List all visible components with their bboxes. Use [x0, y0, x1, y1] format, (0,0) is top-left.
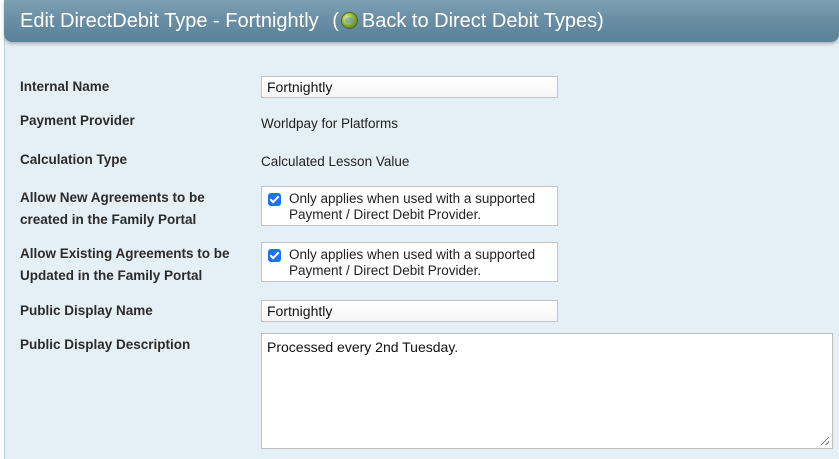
allow-existing-agreements-note-line1: Only applies when used with a supported — [289, 247, 536, 262]
allow-new-agreements-label-line1: Allow New Agreements to be — [20, 190, 205, 205]
payment-provider-label: Payment Provider — [20, 113, 135, 128]
page-title: Edit DirectDebit Type - Fortnightly — [20, 10, 319, 32]
public-display-description-textarea[interactable]: Processed every 2nd Tuesday. — [261, 333, 833, 449]
allow-existing-agreements-note-line2: Payment / Direct Debit Provider. — [289, 263, 482, 278]
allow-new-agreements-label-line2: created in the Family Portal — [20, 212, 197, 227]
allow-new-agreements-box: Only applies when used with a supported … — [261, 186, 558, 226]
allow-existing-agreements-label-line1: Allow Existing Agreements to be — [20, 246, 230, 261]
public-display-description-text: Processed every 2nd Tuesday. — [267, 339, 459, 355]
globe-icon[interactable] — [340, 12, 358, 29]
allow-existing-agreements-checkbox[interactable] — [268, 249, 281, 262]
payment-provider-value: Worldpay for Platforms — [261, 116, 399, 131]
calculation-type-value: Calculated Lesson Value — [261, 154, 410, 169]
public-display-name-input[interactable]: Fortnightly — [261, 300, 558, 322]
back-link-wrapper: ( Back to Direct Debit Types) — [332, 10, 604, 32]
back-to-direct-debit-types-link[interactable]: Back to Direct Debit Types — [362, 10, 597, 32]
allow-new-agreements-note-line2: Payment / Direct Debit Provider. — [289, 207, 482, 222]
internal-name-label: Internal Name — [20, 79, 110, 94]
public-display-description-label: Public Display Description — [20, 337, 191, 352]
internal-name-input[interactable]: Fortnightly — [261, 76, 558, 98]
allow-existing-agreements-box: Only applies when used with a supported … — [261, 242, 558, 282]
page-header: Edit DirectDebit Type - Fortnightly ( Bac… — [4, 0, 839, 42]
allow-existing-agreements-label-line2: Updated in the Family Portal — [20, 268, 203, 283]
allow-new-agreements-checkbox[interactable] — [268, 193, 281, 206]
allow-new-agreements-note-line1: Only applies when used with a supported — [289, 191, 536, 206]
resize-grip-icon[interactable] — [821, 437, 829, 445]
public-display-name-label: Public Display Name — [20, 303, 153, 318]
open-paren: ( — [332, 10, 339, 32]
calculation-type-label: Calculation Type — [20, 152, 128, 167]
close-paren: ) — [597, 10, 604, 32]
